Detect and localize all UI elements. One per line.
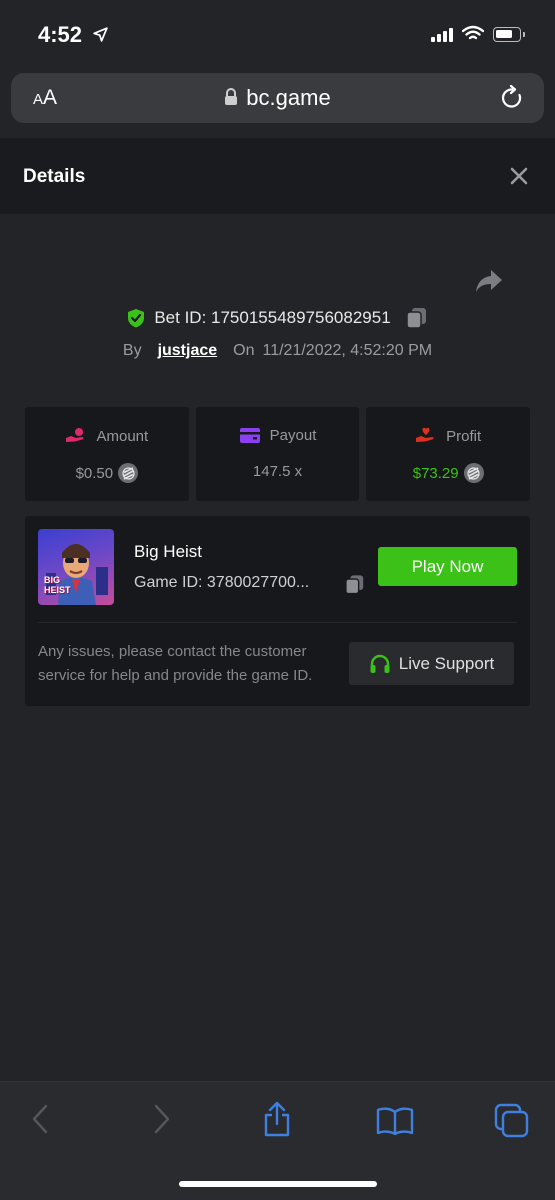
hand-coin-icon xyxy=(66,428,84,442)
wifi-icon xyxy=(462,25,484,40)
battery-icon xyxy=(493,27,525,42)
home-indicator[interactable] xyxy=(179,1181,377,1187)
game-name: Big Heist xyxy=(134,542,203,561)
amount-value: $0.50 xyxy=(75,464,114,482)
bet-id-row: Bet ID: 1750155489756082951 xyxy=(0,307,555,329)
bet-stats: Amount $0.50 Payout 147.5 x Profit $73.2… xyxy=(25,407,531,501)
game-thumbnail[interactable]: BIG HEIST xyxy=(38,529,114,605)
amount-card: Amount $0.50 xyxy=(25,407,189,501)
card-icon xyxy=(239,428,260,443)
cellular-signal-icon xyxy=(431,28,453,42)
back-icon[interactable] xyxy=(30,1103,52,1135)
game-panel: BIG HEIST Big Heist Game ID: 3780027700.… xyxy=(25,516,530,706)
live-support-label: Live Support xyxy=(398,653,495,673)
payout-value: 147.5 x xyxy=(252,463,303,480)
copy-icon[interactable] xyxy=(405,307,428,329)
username-link[interactable]: justjace xyxy=(158,342,218,360)
on-label: On xyxy=(233,342,255,359)
bet-id: Bet ID: 1750155489756082951 xyxy=(154,308,391,327)
status-time: 4:52 xyxy=(38,22,83,47)
bookmarks-icon[interactable] xyxy=(376,1106,414,1136)
payout-label: Payout xyxy=(269,427,317,444)
profit-label: Profit xyxy=(446,427,482,445)
support-notice: Any issues, please contact the customer … xyxy=(38,643,313,684)
share-icon[interactable] xyxy=(474,268,504,294)
url-bar[interactable]: AA bc.game xyxy=(11,73,544,123)
game-thumbnail-logo: BIG HEIST xyxy=(44,575,71,595)
coin-icon xyxy=(463,463,484,483)
bet-timestamp: 11/21/2022, 4:52:20 PM xyxy=(262,342,433,359)
details-header: Details xyxy=(0,138,555,214)
share-sheet-icon[interactable] xyxy=(262,1100,292,1138)
game-id: Game ID: 3780027700... xyxy=(134,574,310,591)
status-bar: 4:52 xyxy=(0,0,555,66)
page-title: Details xyxy=(23,166,86,187)
close-icon[interactable] xyxy=(509,166,529,186)
bet-author-row: By justjace On 11/21/2022, 4:52:20 PM xyxy=(0,342,555,360)
url-display[interactable]: bc.game xyxy=(11,85,544,111)
payout-card: Payout 147.5 x xyxy=(195,407,360,501)
reload-icon[interactable] xyxy=(500,85,524,111)
location-arrow-icon xyxy=(93,27,108,42)
divider xyxy=(38,622,517,623)
headset-icon xyxy=(370,654,390,673)
profit-value: $73.29 xyxy=(412,464,459,482)
coin-icon xyxy=(118,463,139,483)
hand-heart-icon xyxy=(416,427,434,442)
profit-card: Profit $73.29 xyxy=(366,407,531,501)
verified-shield-icon xyxy=(128,309,145,328)
url-text: bc.game xyxy=(246,85,331,110)
play-now-button[interactable]: Play Now xyxy=(378,547,517,586)
by-label: By xyxy=(122,342,142,359)
live-support-button[interactable]: Live Support xyxy=(349,642,514,685)
copy-game-id-icon[interactable] xyxy=(345,574,365,595)
lock-icon xyxy=(225,88,238,105)
forward-icon[interactable] xyxy=(150,1103,172,1135)
amount-label: Amount xyxy=(96,427,149,445)
tabs-icon[interactable] xyxy=(494,1103,530,1139)
